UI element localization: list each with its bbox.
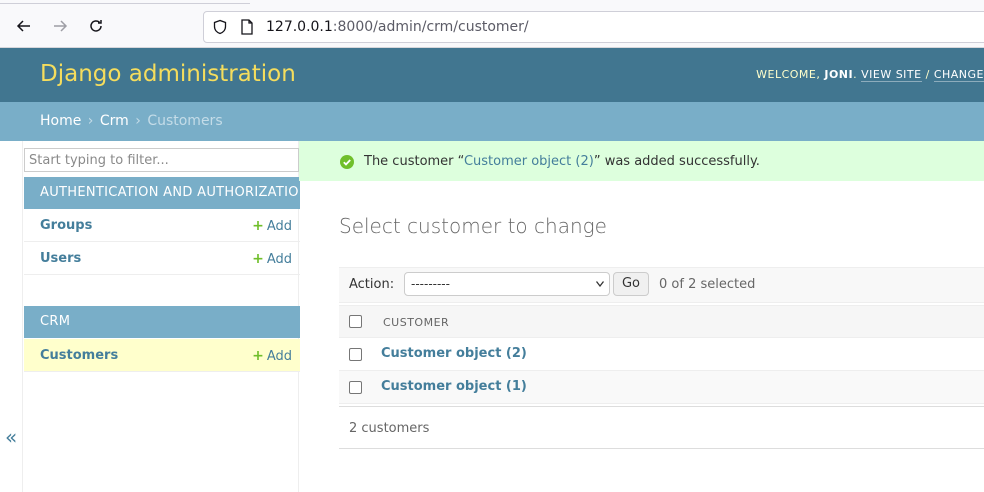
sidebar-item-label[interactable]: Groups [40, 218, 92, 233]
forward-icon[interactable] [48, 14, 72, 38]
go-button[interactable]: Go [613, 272, 649, 296]
row-checkbox[interactable] [349, 381, 362, 394]
breadcrumb-home[interactable]: Home [40, 113, 81, 129]
url-text[interactable]: 127.0.0.1:8000/admin/crm/customer/ [266, 19, 529, 35]
page-title: Select customer to change [339, 214, 607, 238]
message-suffix: ” was added successfully. [593, 154, 760, 169]
add-customers-link[interactable]: + Add [252, 348, 292, 364]
module-caption-auth[interactable]: AUTHENTICATION AND AUTHORIZATION [24, 177, 308, 209]
add-groups-link[interactable]: + Add [252, 218, 292, 234]
breadcrumb: Home › Crm › Customers [0, 102, 984, 141]
table-header: CUSTOMER [339, 305, 984, 338]
action-label: Action: [349, 277, 395, 292]
user-tools: WELCOME, JONI. VIEW SITE / CHANGE [756, 68, 984, 82]
plus-icon: + [252, 218, 264, 234]
breadcrumb-app[interactable]: Crm [100, 113, 129, 129]
select-all-checkbox[interactable] [349, 315, 362, 328]
reload-icon[interactable] [84, 14, 108, 38]
actions-bar: Action: --------- Go 0 of 2 selected [339, 267, 984, 303]
nav-sidebar: AUTHENTICATION AND AUTHORIZATION Groups … [22, 141, 308, 492]
column-header-customer[interactable]: CUSTOMER [383, 316, 449, 329]
welcome-text: WELCOME, [756, 68, 825, 81]
sidebar-item-customers: Customers + Add [24, 339, 300, 372]
message-prefix: The customer “ [364, 154, 464, 169]
admin-header: Django administration WELCOME, JONI. VIE… [0, 48, 984, 102]
plus-icon: + [252, 348, 264, 364]
breadcrumb-separator: › [135, 113, 141, 129]
row-link[interactable]: Customer object (2) [381, 346, 527, 361]
action-select[interactable]: --------- [404, 272, 610, 296]
view-site-link[interactable]: VIEW SITE [861, 68, 922, 82]
tab-strip [0, 0, 250, 4]
message-object-link[interactable]: Customer object (2) [464, 154, 594, 169]
table-row: Customer object (1) [339, 371, 984, 404]
sidebar-item-label[interactable]: Customers [40, 348, 118, 363]
add-label: Add [266, 252, 292, 267]
site-branding[interactable]: Django administration [40, 61, 296, 87]
sidebar-filter-input[interactable] [24, 148, 299, 172]
username: JONI [824, 68, 854, 81]
selection-counter: 0 of 2 selected [659, 277, 756, 292]
action-selected-value: --------- [411, 277, 450, 291]
browser-toolbar: 127.0.0.1:8000/admin/crm/customer/ [0, 0, 984, 48]
page-icon [241, 19, 253, 35]
add-label: Add [266, 219, 292, 234]
change-password-link[interactable]: CHANGE [933, 68, 984, 82]
success-message: The customer “Customer object (2)” was a… [299, 141, 984, 181]
module-caption-crm[interactable]: CRM [24, 306, 300, 338]
paginator: 2 customers [339, 406, 984, 449]
add-users-link[interactable]: + Add [252, 251, 292, 267]
breadcrumb-separator: › [87, 113, 94, 129]
row-link[interactable]: Customer object (1) [381, 379, 527, 394]
plus-icon: + [252, 251, 264, 267]
success-check-icon [340, 155, 354, 169]
chevron-down-icon [596, 281, 604, 287]
add-label: Add [266, 349, 292, 364]
toggle-sidebar-button[interactable]: « [5, 425, 17, 449]
url-bar[interactable]: 127.0.0.1:8000/admin/crm/customer/ [203, 11, 984, 43]
sidebar-item-label[interactable]: Users [40, 251, 81, 266]
shield-icon[interactable] [212, 19, 228, 35]
message-text: The customer “Customer object (2)” was a… [364, 154, 760, 169]
back-icon[interactable] [12, 14, 36, 38]
user-tools-separator: / [921, 68, 934, 81]
table-row: Customer object (2) [339, 338, 984, 371]
sidebar-item-groups: Groups + Add [24, 209, 300, 242]
breadcrumb-current: Customers [147, 113, 223, 129]
row-checkbox[interactable] [349, 348, 362, 361]
sidebar-item-users: Users + Add [24, 242, 300, 275]
